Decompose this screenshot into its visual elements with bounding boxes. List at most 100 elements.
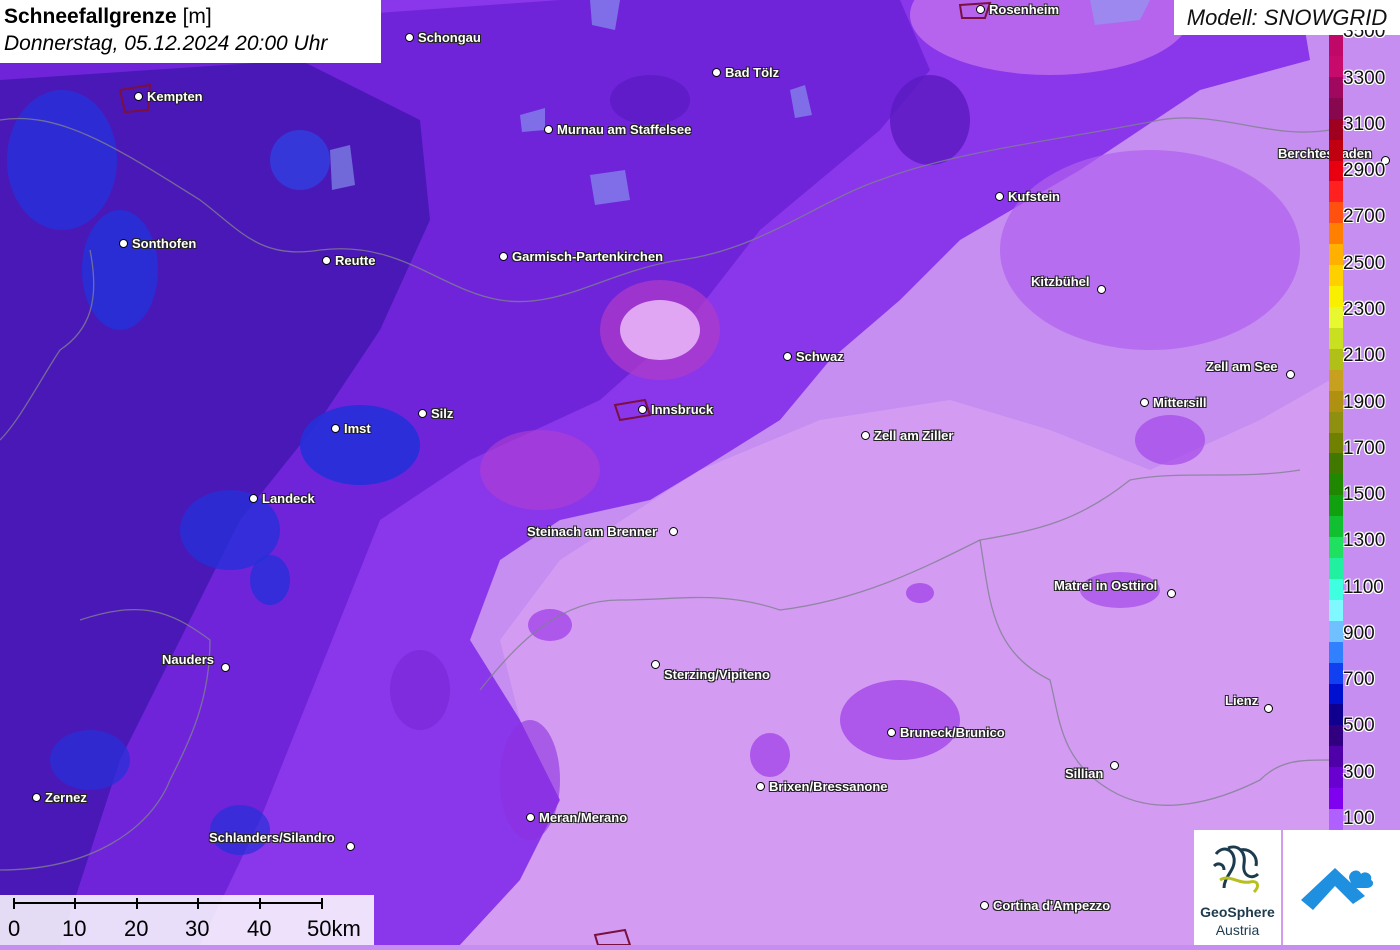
map-title: Schneefallgrenze [m] [4, 3, 377, 30]
color-legend [1329, 35, 1343, 831]
city-dot [1097, 285, 1106, 294]
legend-tick-label: 100 [1343, 808, 1375, 829]
legend-color-swatch [1329, 160, 1343, 183]
legend-color-swatch [1329, 97, 1343, 120]
city-label: Sonthofen [132, 236, 197, 251]
city-label: Innsbruck [651, 402, 714, 417]
geosphere-name: GeoSphere [1200, 904, 1275, 920]
city-dot [783, 352, 792, 361]
legend-color-swatch [1329, 495, 1343, 517]
legend-tick-label: 900 [1343, 623, 1375, 644]
city-label: Nauders [162, 652, 215, 667]
city-dot [887, 728, 896, 737]
city-label: Garmisch-Partenkirchen [512, 249, 664, 264]
geosphere-swirl-icon [1212, 845, 1260, 894]
city-label: Mittersill [1153, 395, 1207, 410]
legend-color-swatch [1329, 411, 1343, 434]
city-label: Sillian [1065, 766, 1104, 781]
legend-color-swatch [1329, 223, 1343, 245]
model-label: Modell: SNOWGRID [1174, 0, 1400, 35]
legend-tick-label: 700 [1343, 669, 1375, 690]
city-label: Zell am See [1206, 359, 1278, 374]
city-label: Kitzbühel [1031, 274, 1090, 289]
legend-color-swatch [1329, 620, 1343, 643]
city-dot [134, 92, 143, 101]
legend-color-swatch [1329, 746, 1343, 768]
city-label: Zernez [45, 790, 87, 805]
legend-color-swatch [1329, 809, 1343, 831]
city-dot [976, 5, 985, 14]
legend-color-swatch [1329, 265, 1343, 287]
city-label: Bruneck/Brunico [900, 725, 1005, 740]
city-label: Kempten [147, 89, 203, 104]
city-label: Brixen/Bressanone [769, 779, 888, 794]
scale-label-50km: 50km [307, 916, 361, 941]
city-label: Meran/Merano [539, 810, 628, 825]
legend-tick-label: 2100 [1343, 345, 1386, 366]
legend-color-swatch [1329, 55, 1343, 78]
scale-label-20: 20 [124, 916, 149, 941]
city-dot [249, 494, 258, 503]
map-title-box: Schneefallgrenze [m] Donnerstag, 05.12.2… [0, 0, 381, 63]
geosphere-logo[interactable]: GeoSphere Austria [1194, 830, 1281, 945]
scale-label-30: 30 [185, 916, 210, 941]
legend-color-swatch [1329, 35, 1343, 57]
legend-tick-label: 1700 [1343, 438, 1386, 459]
legend-tick-label: 2900 [1343, 160, 1386, 181]
scale-label-40: 40 [247, 916, 272, 941]
city-dot [669, 527, 678, 536]
forecast-datetime: Donnerstag, 05.12.2024 20:00 Uhr [4, 32, 328, 55]
city-label: Kufstein [1008, 189, 1060, 204]
legend-color-swatch [1329, 369, 1343, 392]
legend-color-swatch [1329, 725, 1343, 747]
legend-color-swatch [1329, 244, 1343, 266]
city-label: Berchtesgaden [1278, 146, 1372, 161]
city-dot [651, 660, 660, 669]
legend-color-swatch [1329, 118, 1343, 141]
city-dot [526, 813, 535, 822]
legend-color-swatch [1329, 767, 1343, 789]
city-dot [995, 192, 1004, 201]
legend-color-swatch [1329, 390, 1343, 413]
legend-tick-label: 1500 [1343, 484, 1386, 505]
legend-tick-label: 1300 [1343, 530, 1386, 551]
legend-color-swatch [1329, 683, 1343, 706]
city-label: Schwaz [796, 349, 844, 364]
city-dot [756, 782, 765, 791]
city-dot [346, 842, 355, 851]
city-dot [1264, 704, 1273, 713]
city-label: Sterzing/Vipiteno [664, 667, 770, 682]
legend-color-swatch [1329, 181, 1343, 203]
unit-label: [m] [182, 5, 212, 28]
city-dot [499, 252, 508, 261]
legend-tick-label: 2300 [1343, 299, 1386, 320]
city-label: Bad Tölz [725, 65, 780, 80]
city-label: Silz [431, 406, 454, 421]
snow-mountain-icon [1301, 868, 1374, 910]
legend-color-swatch [1329, 327, 1343, 350]
legend-color-swatch [1329, 286, 1343, 308]
legend-tick-label: 3300 [1343, 68, 1386, 89]
snowline-map[interactable] [0, 0, 1400, 945]
city-label: Landeck [262, 491, 315, 506]
city-label: Matrei in Osttirol [1054, 578, 1158, 593]
legend-color-swatch [1329, 641, 1343, 664]
city-dot [418, 409, 427, 418]
legend-color-swatch [1329, 453, 1343, 475]
snowgrid-logo[interactable] [1283, 830, 1400, 945]
legend-color-swatch [1329, 139, 1343, 162]
city-dot [712, 68, 721, 77]
geosphere-sub: Austria [1215, 922, 1260, 938]
scale-label-0: 0 [8, 916, 21, 941]
city-dot [32, 793, 41, 802]
variable-name: Schneefallgrenze [4, 5, 177, 28]
city-label: Cortina d'Ampezzo [993, 898, 1111, 913]
legend-color-swatch [1329, 76, 1343, 99]
city-dot [119, 239, 128, 248]
legend-color-swatch [1329, 306, 1343, 329]
legend-color-swatch [1329, 202, 1343, 224]
legend-color-swatch [1329, 558, 1343, 580]
legend-tick-label: 1900 [1343, 392, 1386, 413]
legend-tick-label: 2500 [1343, 253, 1386, 274]
scale-label-10: 10 [62, 916, 87, 941]
